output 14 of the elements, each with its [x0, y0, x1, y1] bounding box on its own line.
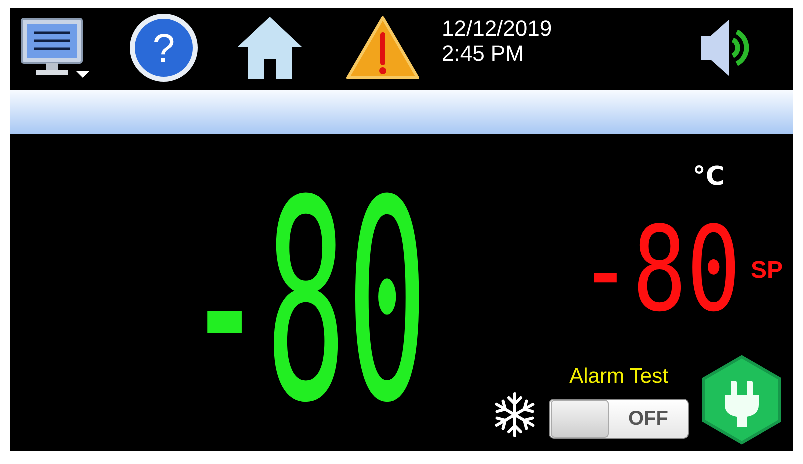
- unit-label: °C: [692, 162, 725, 192]
- temperature-reading: -80: [184, 173, 428, 436]
- help-icon[interactable]: ?: [128, 12, 200, 84]
- warning-icon[interactable]: [346, 15, 420, 81]
- monitor-menu-icon[interactable]: [20, 17, 92, 79]
- setpoint-label: SP: [750, 256, 783, 285]
- snowflake-icon: [493, 391, 537, 439]
- home-icon[interactable]: [236, 15, 304, 81]
- time-text: 2:45 PM: [442, 41, 525, 66]
- date-text: 12/12/2019: [442, 16, 552, 41]
- alarm-test-toggle[interactable]: OFF: [549, 399, 689, 439]
- plug-icon[interactable]: [701, 355, 783, 445]
- setpoint-reading: -80: [578, 215, 741, 326]
- alarm-test-label: Alarm Test: [570, 365, 668, 389]
